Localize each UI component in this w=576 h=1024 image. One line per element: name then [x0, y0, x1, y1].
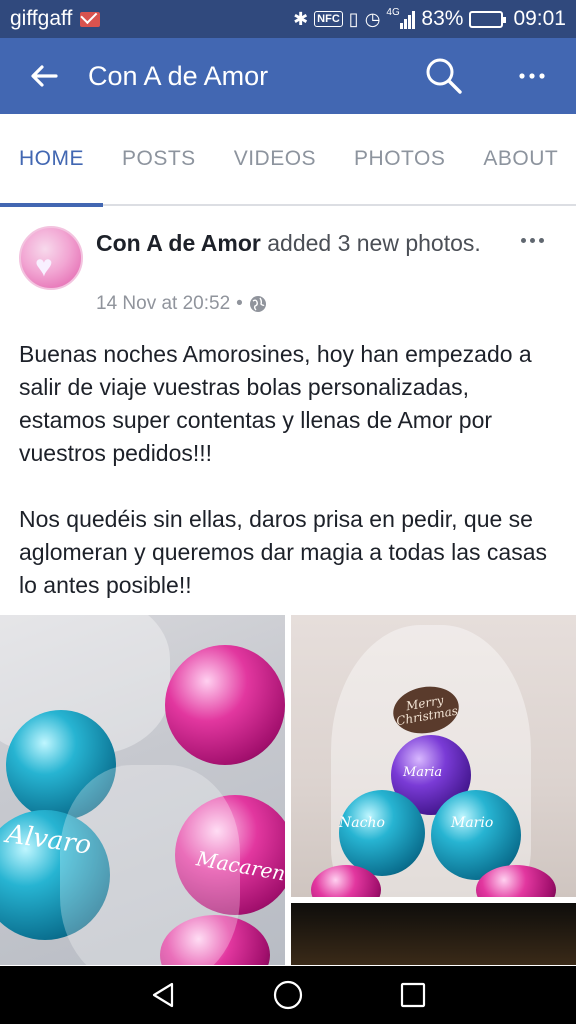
tab-videos[interactable]: VIDEOS [215, 113, 335, 205]
clock: 09:01 [513, 7, 566, 30]
carrier-name: giffgaff [10, 7, 73, 30]
recents-nav-icon [401, 982, 426, 1008]
ornament-ball [339, 790, 425, 876]
signal-icon: 4G [386, 7, 416, 29]
post-meta: 14 Nov at 20:52 • [96, 293, 267, 315]
heart-icon: ♥ [35, 250, 53, 283]
post-photo-3[interactable] [291, 903, 576, 965]
post-options-button[interactable] [516, 228, 548, 252]
avatar[interactable]: ♥ [19, 226, 83, 290]
post-card: ♥ Con A de Amor added 3 new photos. 14 N… [0, 208, 576, 598]
search-icon [426, 58, 462, 94]
more-icon [519, 73, 545, 79]
network-type: 4G [386, 7, 400, 18]
post-photo-1[interactable]: Alvaro Macarena [0, 615, 285, 965]
page-tabs: HOME POSTS VIDEOS PHOTOS ABOUT [0, 113, 576, 207]
post-timestamp[interactable]: 14 Nov at 20:52 [96, 293, 230, 315]
post-paragraph: Buenas noches Amorosines, hoy han empeza… [19, 341, 532, 466]
app-bar: Con A de Amor [0, 38, 576, 114]
nfc-icon: NFC [314, 11, 343, 27]
ornament-name: Mario [451, 815, 494, 831]
page-title: Con A de Amor [88, 60, 269, 91]
battery-percent: 83% [421, 7, 464, 30]
system-nav-bar [0, 966, 576, 1024]
alarm-icon: ◷ [364, 8, 381, 29]
back-button[interactable] [0, 38, 88, 114]
search-button[interactable] [400, 38, 488, 114]
nav-recents-button[interactable] [393, 975, 433, 1015]
battery-icon [469, 10, 507, 28]
back-nav-icon [152, 982, 173, 1008]
nav-home-button[interactable] [268, 975, 308, 1015]
status-icons: ✱ NFC ▯ ◷ 4G 83% 09:01 [293, 7, 566, 31]
back-arrow-icon [31, 65, 58, 87]
nav-back-button[interactable] [143, 975, 183, 1015]
mail-icon [80, 11, 101, 27]
post-paragraph: Nos quedéis sin ellas, daros prisa en pe… [19, 506, 548, 598]
post-header: ♥ Con A de Amor added 3 new photos. 14 N… [0, 208, 576, 318]
post-photo-2[interactable]: Merry Christmas Nacho Mario Maria [291, 615, 576, 897]
tab-posts[interactable]: POSTS [103, 113, 215, 205]
post-headline: Con A de Amor added 3 new photos. [96, 228, 496, 259]
author-name[interactable]: Con A de Amor [96, 230, 261, 256]
post-action-text: added 3 new photos. [260, 230, 481, 256]
vibrate-icon: ▯ [348, 8, 359, 29]
ornament-name: Nacho [339, 815, 385, 831]
more-options-button[interactable] [488, 38, 576, 114]
globe-icon [249, 296, 266, 312]
ornament-ball [165, 645, 285, 765]
post-body: Buenas noches Amorosines, hoy han empeza… [19, 338, 559, 635]
tab-home[interactable]: HOME [0, 113, 103, 207]
tab-photos[interactable]: PHOTOS [335, 113, 464, 205]
tab-about[interactable]: ABOUT [464, 113, 576, 205]
bluetooth-icon: ✱ [293, 8, 309, 29]
carrier-group: giffgaff [10, 7, 101, 31]
ornament-name: Maria [403, 765, 443, 780]
home-nav-icon [273, 980, 303, 1010]
status-bar: giffgaff ✱ NFC ▯ ◷ 4G 83% 09:01 [0, 0, 576, 38]
meta-separator: • [236, 293, 243, 314]
